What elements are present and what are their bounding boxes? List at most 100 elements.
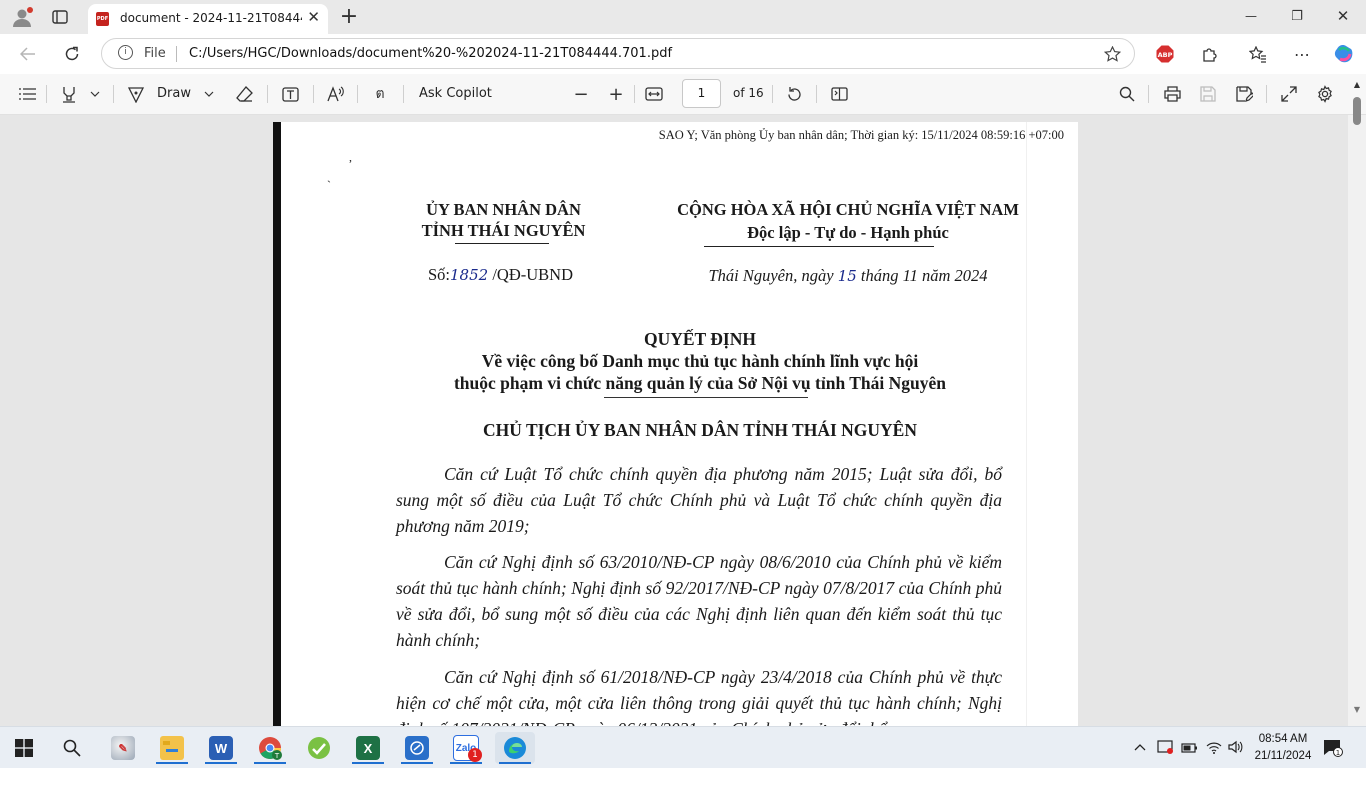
scan-speck: ` [327, 178, 331, 192]
scroll-up-arrow-icon[interactable]: ▲ [1351, 79, 1363, 89]
pdf-viewer-area[interactable]: , ` SAO Y; Văn phòng Ủy ban nhân dân; Th… [0, 80, 1366, 726]
notification-center-icon[interactable]: 1 [1322, 737, 1344, 759]
draw-button[interactable]: Draw [157, 86, 191, 101]
tab-actions-icon[interactable] [50, 7, 70, 27]
draw-dropdown-chevron-icon[interactable] [202, 86, 216, 102]
new-tab-button[interactable]: + [338, 4, 360, 29]
address-url[interactable]: C:/Users/HGC/Downloads/document%20-%2020… [189, 46, 672, 61]
national-motto: Độc lập - Tự do - Hạnh phúc [747, 223, 949, 242]
decision-subtitle-line2: thuộc phạm vi chức năng quản lý của Sở N… [453, 373, 947, 393]
toolbar-divider [1148, 85, 1149, 103]
restore-button[interactable]: ❐ [1286, 6, 1308, 26]
scroll-down-arrow-icon[interactable]: ▼ [1351, 704, 1363, 714]
copilot-icon[interactable] [1332, 42, 1356, 66]
zoom-in-icon[interactable]: + [606, 84, 626, 105]
taskbar-green-app[interactable] [299, 732, 339, 764]
show-hidden-icons-chevron-icon[interactable] [1132, 739, 1148, 755]
draw-pen-icon[interactable] [126, 84, 146, 104]
running-indicator [352, 762, 384, 764]
wifi-icon[interactable] [1205, 738, 1223, 756]
settings-gear-icon[interactable] [1315, 84, 1335, 104]
fit-page-icon[interactable] [643, 84, 665, 104]
org-name-line1: ỦY BAN NHÂN DÂN [426, 200, 581, 219]
toolbar-divider [113, 85, 114, 103]
signature-stamp: SAO Y; Văn phòng Ủy ban nhân dân; Thời g… [658, 128, 1064, 142]
zoom-out-icon[interactable]: − [571, 84, 591, 105]
translate-icon[interactable]: ต [369, 84, 391, 104]
vertical-scrollbar[interactable]: ▲ ▼ [1348, 80, 1366, 726]
green-app-icon [308, 737, 330, 759]
toolbar-divider [816, 85, 817, 103]
chrome-icon: T [259, 737, 282, 760]
add-text-icon[interactable] [280, 84, 300, 104]
search-icon [63, 739, 81, 757]
search-icon[interactable] [1117, 84, 1137, 104]
running-indicator [254, 762, 286, 764]
blue-app-icon [405, 736, 429, 760]
favorites-icon[interactable] [1247, 43, 1269, 65]
taskbar-edge[interactable] [495, 732, 535, 764]
edge-icon [504, 737, 526, 759]
page-number-input[interactable]: 1 [682, 79, 721, 108]
battery-icon[interactable] [1180, 738, 1198, 756]
minimize-button[interactable]: — [1240, 6, 1262, 26]
start-button[interactable] [4, 732, 44, 764]
windows-taskbar: ✎ W T X Zalo 1 08:54 AM 21/11/2024 1 [0, 726, 1366, 769]
system-clock[interactable]: 08:54 AM 21/11/2024 [1248, 731, 1318, 765]
back-arrow-icon[interactable] [17, 43, 39, 65]
page-view-icon[interactable] [829, 84, 849, 104]
close-window-button[interactable]: ✕ [1332, 6, 1354, 26]
taskbar-word[interactable]: W [201, 732, 241, 764]
decision-title: QUYẾT ĐỊNH [644, 329, 756, 349]
document-date: Thái Nguyên, ngày 15 tháng 11 năm 2024 [613, 266, 1078, 286]
paragraph-text: Căn cứ Nghị định số 63/2010/NĐ-CP ngày 0… [396, 552, 1002, 650]
svg-text:T: T [274, 752, 280, 760]
refresh-icon[interactable] [61, 43, 83, 65]
subtitle-underline [604, 397, 808, 398]
taskbar-file-explorer[interactable] [152, 732, 192, 764]
save-as-icon[interactable] [1234, 84, 1254, 104]
highlight-dropdown-chevron-icon[interactable] [88, 86, 102, 102]
scrollbar-thumb[interactable] [1353, 97, 1361, 125]
doc-number-handwritten: 1852 [450, 266, 489, 284]
date-suffix: tháng 11 năm 2024 [860, 266, 988, 285]
tab-title: document - 2024-11-21T084444.7 [120, 11, 302, 25]
highlight-icon[interactable] [59, 84, 79, 104]
paragraph-text: Căn cứ Luật Tổ chức chính quyền địa phươ… [396, 464, 1002, 536]
taskbar-chrome[interactable]: T [250, 732, 290, 764]
profile-avatar-icon[interactable] [10, 6, 34, 28]
tab-close-icon[interactable]: ✕ [307, 8, 320, 26]
contents-list-icon[interactable] [17, 84, 37, 104]
rotate-icon[interactable] [784, 84, 804, 104]
pdf-file-icon: PDF [96, 12, 109, 26]
national-title: CỘNG HÒA XÃ HỘI CHỦ NGHĨA VIỆT NAM [677, 200, 1019, 219]
scan-edge [273, 122, 281, 726]
save-icon[interactable] [1198, 84, 1218, 104]
taskbar-search-button[interactable] [52, 732, 92, 764]
tab-active-document[interactable]: PDF document - 2024-11-21T084444.7 ✕ [88, 4, 328, 34]
toolbar-divider [772, 85, 773, 103]
tray-app-icon[interactable] [1156, 738, 1174, 756]
adblock-extension-icon[interactable]: ABP [1155, 45, 1175, 63]
taskbar-zalo[interactable]: Zalo 1 [446, 732, 486, 764]
ask-copilot-button[interactable]: Ask Copilot [419, 86, 492, 101]
eraser-icon[interactable] [234, 84, 254, 104]
running-indicator [450, 762, 482, 764]
address-bar[interactable]: i File C:/Users/HGC/Downloads/document%2… [101, 38, 1135, 69]
taskbar-excel[interactable]: X [348, 732, 388, 764]
pdf-toolbar: Draw ต Ask Copilot − + 1 of 16 [0, 74, 1366, 115]
extensions-icon[interactable] [1198, 43, 1220, 65]
taskbar-paint[interactable]: ✎ [103, 732, 143, 764]
file-explorer-icon [160, 736, 184, 760]
paint-icon: ✎ [111, 736, 135, 760]
toolbar-divider [267, 85, 268, 103]
print-icon[interactable] [1162, 84, 1182, 104]
volume-icon[interactable] [1227, 738, 1245, 756]
fullscreen-icon[interactable] [1279, 84, 1299, 104]
more-options-icon[interactable]: ⋯ [1291, 43, 1313, 65]
favorite-star-icon[interactable] [1102, 44, 1122, 64]
taskbar-blue-app[interactable] [397, 732, 437, 764]
site-info-icon[interactable]: i [118, 45, 133, 60]
running-indicator [401, 762, 433, 764]
read-aloud-icon[interactable] [326, 84, 346, 104]
